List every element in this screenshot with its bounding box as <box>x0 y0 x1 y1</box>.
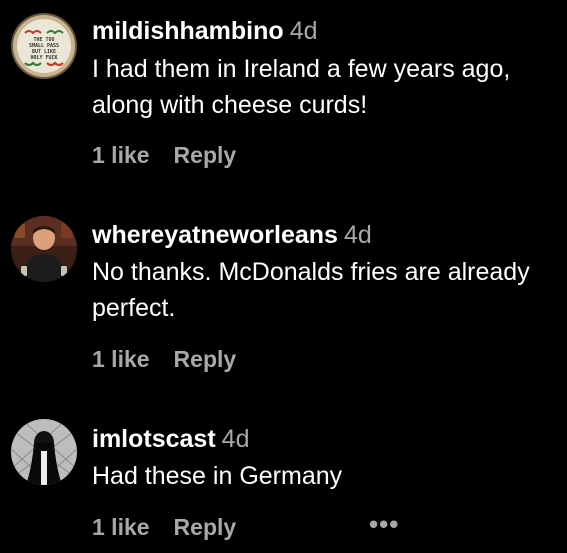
reply-button[interactable]: Reply <box>174 140 237 170</box>
embroidered-hoop-avatar-icon: THE TOO SMALL PASS BUT LIKE HOLY FUCK <box>11 13 77 79</box>
comment-text: I had them in Ireland a few years ago, a… <box>92 55 511 119</box>
username-link[interactable]: imlotscast <box>92 425 216 453</box>
more-options-icon[interactable]: ••• <box>369 511 399 537</box>
reply-button[interactable]: Reply <box>174 512 237 542</box>
avatar[interactable] <box>11 419 77 485</box>
username-link[interactable]: mildishhambino <box>92 17 284 45</box>
like-count[interactable]: 1 like <box>92 344 150 374</box>
comment-text: Had these in Germany <box>92 462 343 490</box>
like-count[interactable]: 1 like <box>92 140 150 170</box>
reply-button[interactable]: Reply <box>174 344 237 374</box>
timestamp: 4d <box>221 425 250 453</box>
comment-header: whereyatneworleans 4d <box>92 220 372 250</box>
comment-header: imlotscast 4d <box>92 424 249 454</box>
comment-actions: 1 like Reply ••• <box>92 511 398 542</box>
comment-header: mildishhambino 4d <box>92 16 318 46</box>
avatar-stitch-line: HOLY FUCK <box>30 55 57 61</box>
like-count[interactable]: 1 like <box>92 512 150 542</box>
avatar[interactable]: THE TOO SMALL PASS BUT LIKE HOLY FUCK <box>11 13 77 79</box>
timestamp: 4d <box>343 221 372 249</box>
comment-text: No thanks. McDonalds fries are already p… <box>92 258 530 322</box>
person-photo-avatar-icon <box>11 216 77 282</box>
username-link[interactable]: whereyatneworleans <box>92 221 338 249</box>
comment-actions: 1 like Reply <box>92 140 236 170</box>
comment-actions: 1 like Reply <box>92 344 236 374</box>
dark-figure-avatar-icon <box>11 419 77 485</box>
avatar[interactable] <box>11 216 77 282</box>
timestamp: 4d <box>289 17 318 45</box>
